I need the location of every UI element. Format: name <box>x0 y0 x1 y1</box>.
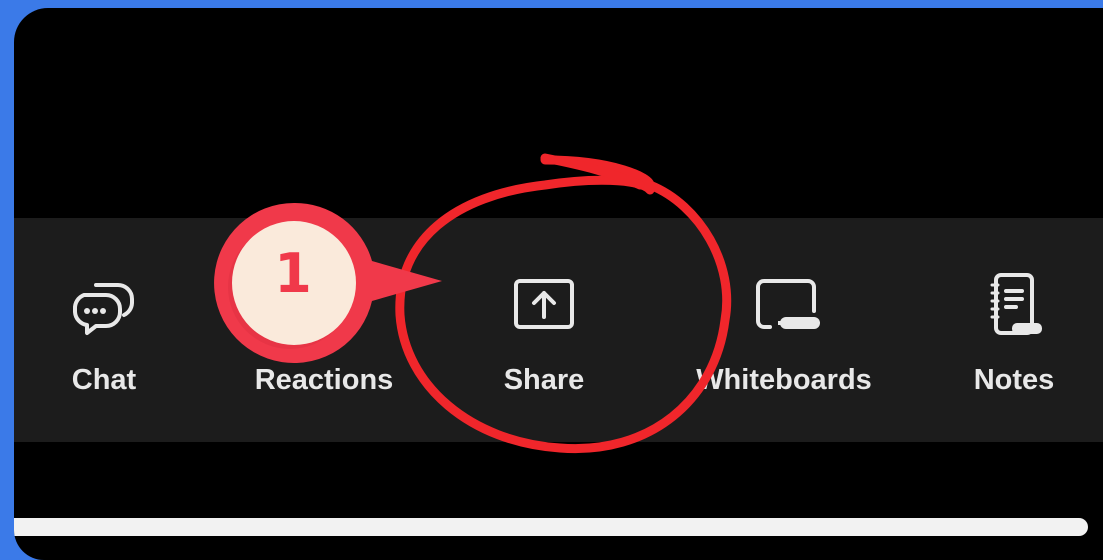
home-indicator-bar <box>14 518 1088 536</box>
toolbar-item-notes[interactable]: Notes <box>954 218 1074 442</box>
step-number: 1 <box>274 241 312 305</box>
toolbar-item-label: Whiteboards <box>696 364 872 396</box>
toolbar-item-label: Share <box>503 364 585 396</box>
toolbar-item-label: Chat <box>71 364 137 396</box>
notes-icon <box>990 273 1042 335</box>
meeting-toolbar: Chat Reactions Share Whiteboards Notes <box>14 218 1103 442</box>
toolbar-item-label: Reactions <box>254 364 394 396</box>
whiteboard-icon <box>756 279 820 329</box>
chat-bubbles-icon <box>73 283 134 335</box>
toolbar-item-label: Notes <box>973 364 1055 396</box>
meeting-screen: Chat Reactions Share Whiteboards Notes <box>14 8 1103 560</box>
toolbar-item-whiteboards[interactable]: Whiteboards <box>694 218 874 442</box>
toolbar-item-share[interactable]: Share <box>484 218 604 442</box>
toolbar-item-chat[interactable]: Chat <box>44 218 164 442</box>
share-screen-icon <box>514 279 574 329</box>
